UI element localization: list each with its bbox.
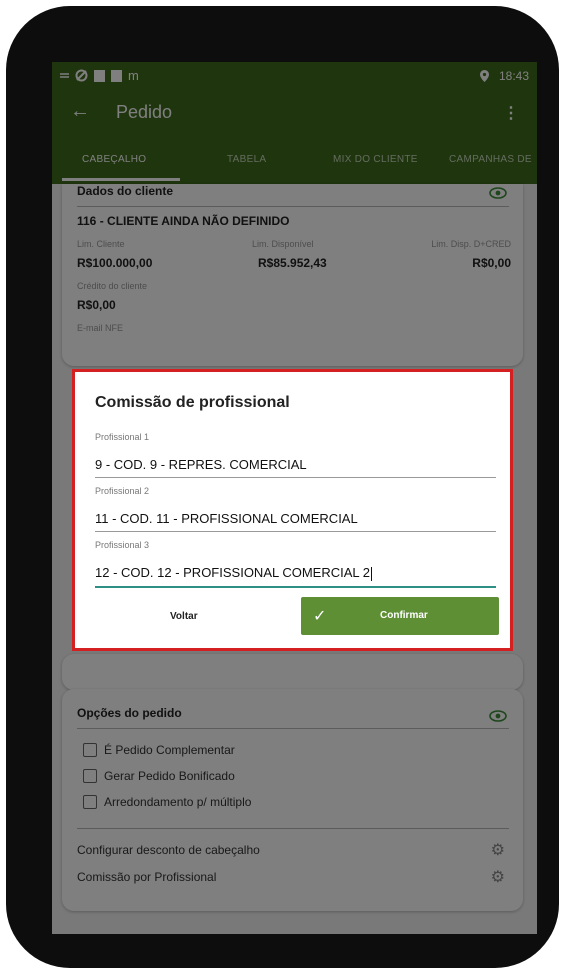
field-label-profissional-3: Profissional 3: [95, 540, 150, 550]
field-value: 9 - COD. 9 - REPRES. COMERCIAL: [95, 457, 307, 472]
check-icon: ✓: [313, 608, 327, 625]
field-value: 11 - COD. 11 - PROFISSIONAL COMERCIAL: [95, 511, 358, 526]
app-screen: m 18:43 ← Pedido ⋮ CABEÇALHO TABELA MIX …: [52, 62, 537, 934]
voltar-button[interactable]: Voltar: [170, 611, 198, 622]
phone-frame: m 18:43 ← Pedido ⋮ CABEÇALHO TABELA MIX …: [6, 6, 559, 968]
profissional-3-field[interactable]: 12 - COD. 12 - PROFISSIONAL COMERCIAL 2: [95, 565, 496, 588]
field-value: 12 - COD. 12 - PROFISSIONAL COMERCIAL 2: [95, 565, 370, 580]
text-cursor: [371, 566, 372, 581]
profissional-2-field[interactable]: 11 - COD. 11 - PROFISSIONAL COMERCIAL: [95, 511, 496, 532]
confirmar-label: Confirmar: [380, 610, 428, 621]
dialog-title: Comissão de profissional: [95, 394, 290, 411]
confirmar-button[interactable]: ✓ Confirmar: [301, 597, 499, 635]
commission-dialog: Comissão de profissional Profissional 1 …: [72, 369, 513, 651]
field-label-profissional-2: Profissional 2: [95, 486, 150, 496]
profissional-1-field[interactable]: 9 - COD. 9 - REPRES. COMERCIAL: [95, 457, 496, 478]
field-label-profissional-1: Profissional 1: [95, 432, 150, 442]
